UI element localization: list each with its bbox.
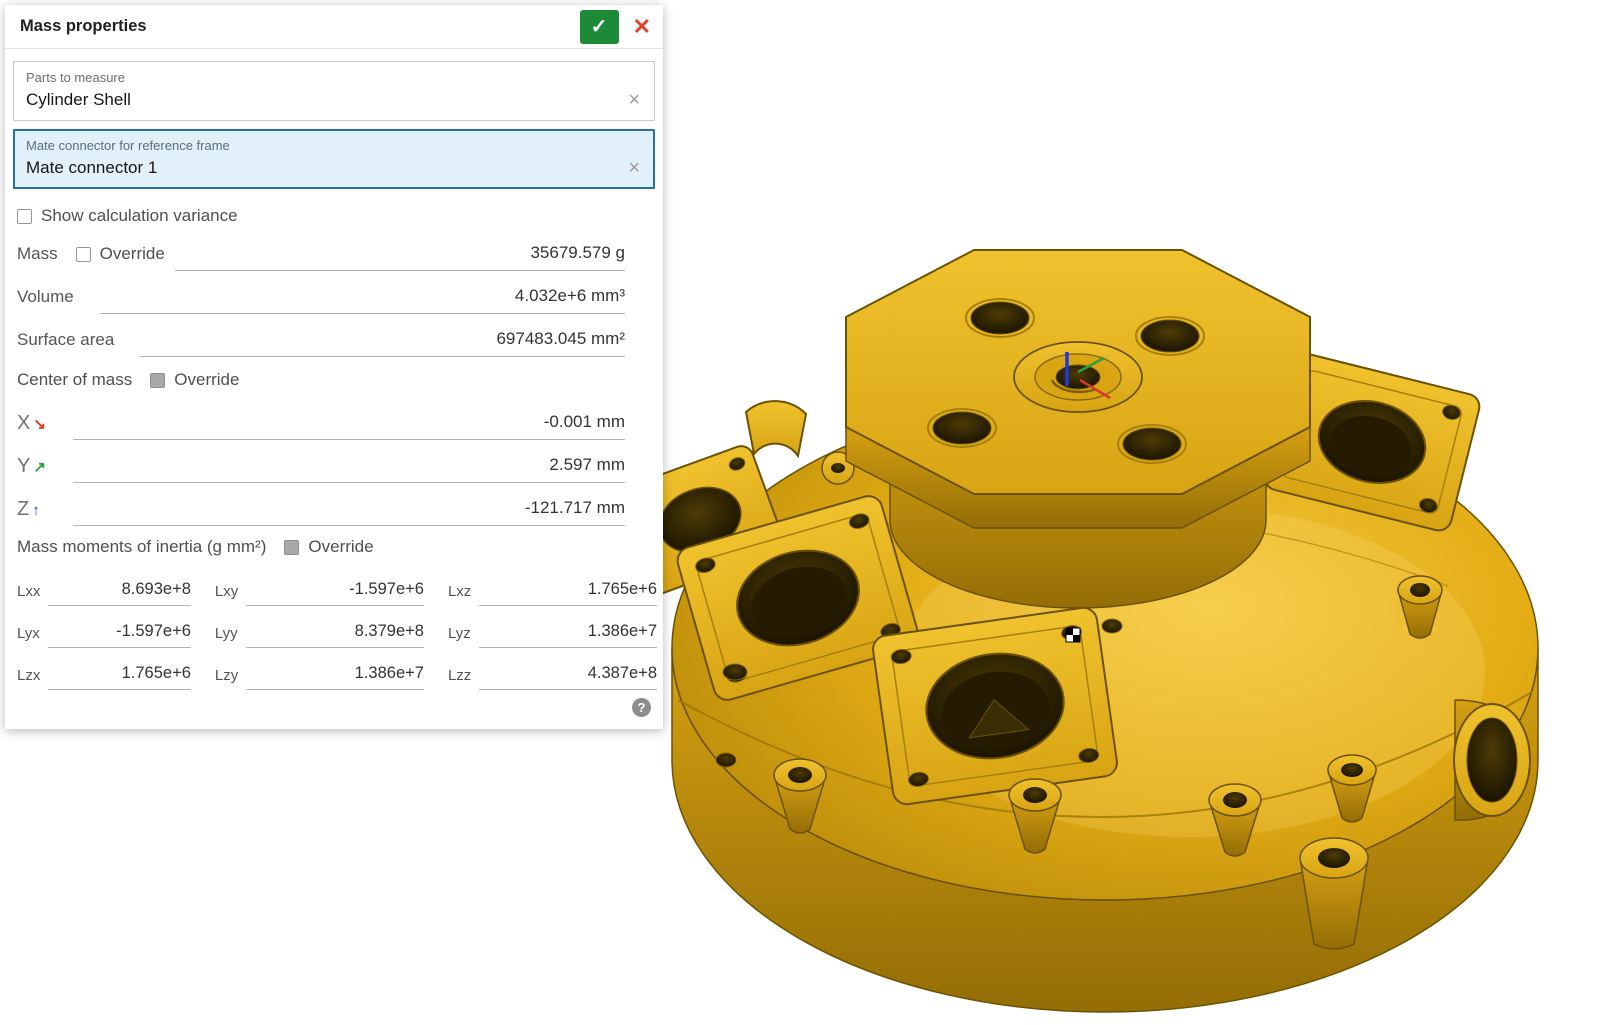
mass-override-checkbox[interactable] xyxy=(76,247,91,262)
surface-area-label: Surface area xyxy=(17,330,114,357)
com-y-value: 2.597 mm xyxy=(73,455,625,483)
dialog-header: Mass properties ✓ ✕ xyxy=(5,5,663,49)
axis-x-arrow-icon: ↘ xyxy=(33,415,46,433)
com-z-value: -121.717 mm xyxy=(73,498,625,526)
axis-y-arrow-icon: ↗ xyxy=(33,458,46,476)
center-of-mass-label: Center of mass xyxy=(17,370,132,397)
com-z-row: Z ↑ -121.717 mm xyxy=(17,483,625,526)
center-boss xyxy=(1014,342,1142,412)
check-icon: ✓ xyxy=(591,14,608,39)
com-y-row: Y ↗ 2.597 mm xyxy=(17,440,625,483)
inertia-label: Mass moments of inertia (g mm²) xyxy=(17,537,266,564)
variance-row: Show calculation variance xyxy=(17,206,651,226)
mass-override-label: Override xyxy=(100,244,165,271)
com-override-checkbox[interactable] xyxy=(150,373,165,388)
surface-area-value: 697483.045 mm² xyxy=(140,329,625,357)
parts-field-value: Cylinder Shell xyxy=(26,90,626,110)
mate-field-value: Mate connector 1 xyxy=(26,158,626,178)
inertia-cell-lxz: Lxz 1.765e+6 xyxy=(448,564,657,606)
close-button[interactable]: ✕ xyxy=(633,16,651,38)
inertia-cell-lyy: Lyy 8.379e+8 xyxy=(215,606,424,648)
inertia-override-checkbox[interactable] xyxy=(284,540,299,555)
mass-row: Mass Override 35679.579 g xyxy=(17,228,625,271)
inertia-cell-lyx: Lyx -1.597e+6 xyxy=(17,606,191,648)
mass-value: 35679.579 g xyxy=(175,243,625,271)
top-flange xyxy=(846,250,1310,528)
volume-label: Volume xyxy=(17,287,74,314)
dialog-body: Parts to measure Cylinder Shell × Mate c… xyxy=(5,49,663,729)
mass-properties-dialog: Mass properties ✓ ✕ Parts to measure Cyl… xyxy=(5,5,663,729)
inertia-grid: Lxx 8.693e+8 Lxy -1.597e+6 Lxz 1.765e+6 … xyxy=(17,564,657,690)
com-override-label: Override xyxy=(174,370,239,397)
axis-z-arrow-icon: ↑ xyxy=(32,502,40,519)
mounting-port xyxy=(871,606,1118,806)
axis-z-label: Z ↑ xyxy=(17,498,63,526)
axis-x-label: X ↘ xyxy=(17,412,63,440)
inertia-cell-lzz: Lzz 4.387e+8 xyxy=(448,648,657,690)
variance-label: Show calculation variance xyxy=(41,206,238,226)
dialog-title: Mass properties xyxy=(20,17,580,36)
confirm-button[interactable]: ✓ xyxy=(580,10,619,44)
com-x-value: -0.001 mm xyxy=(73,412,625,440)
volume-value: 4.032e+6 mm³ xyxy=(100,286,625,314)
inertia-cell-lxy: Lxy -1.597e+6 xyxy=(215,564,424,606)
orbit-cursor-icon xyxy=(1066,628,1080,642)
inertia-cell-lzy: Lzy 1.386e+7 xyxy=(215,648,424,690)
mate-field-label: Mate connector for reference frame xyxy=(26,138,642,153)
parts-field-label: Parts to measure xyxy=(26,70,642,85)
center-of-mass-row: Center of mass Override xyxy=(17,357,625,397)
com-x-row: X ↘ -0.001 mm xyxy=(17,397,625,440)
inertia-cell-lyz: Lyz 1.386e+7 xyxy=(448,606,657,648)
inertia-override-label: Override xyxy=(308,537,373,564)
close-icon: ✕ xyxy=(633,14,651,39)
mate-connector-field[interactable]: Mate connector for reference frame Mate … xyxy=(13,129,655,189)
clear-parts-icon[interactable]: × xyxy=(626,90,642,110)
help-row: ? xyxy=(5,690,663,729)
axis-y-label: Y ↗ xyxy=(17,455,63,483)
volume-row: Volume 4.032e+6 mm³ xyxy=(17,271,625,314)
variance-checkbox[interactable] xyxy=(17,209,32,224)
inertia-cell-lzx: Lzx 1.765e+6 xyxy=(17,648,191,690)
inertia-cell-lxx: Lxx 8.693e+8 xyxy=(17,564,191,606)
mass-label: Mass xyxy=(17,244,58,271)
surface-area-row: Surface area 697483.045 mm² xyxy=(17,314,625,357)
parts-to-measure-field[interactable]: Parts to measure Cylinder Shell × xyxy=(13,61,655,121)
clear-mate-icon[interactable]: × xyxy=(626,158,642,178)
inertia-header-row: Mass moments of inertia (g mm²) Override xyxy=(17,526,625,564)
help-icon[interactable]: ? xyxy=(632,698,651,717)
